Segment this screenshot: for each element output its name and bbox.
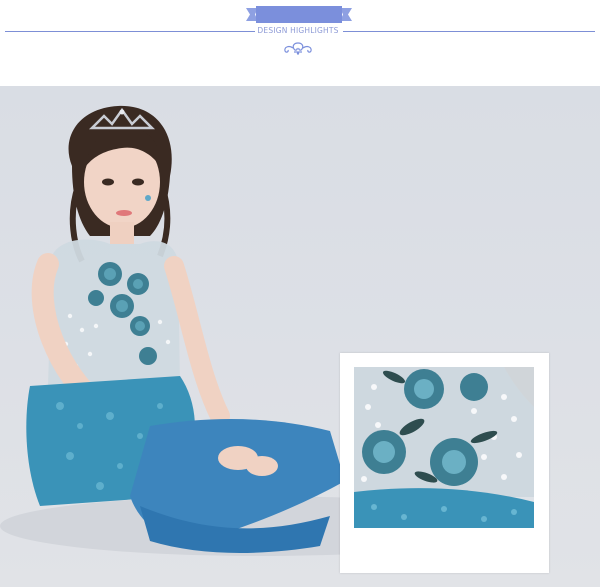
product-photo bbox=[0, 86, 600, 587]
embroidery-detail-photo bbox=[354, 367, 534, 528]
header-ribbon-banner bbox=[246, 6, 352, 24]
header-rule-left bbox=[5, 31, 255, 32]
section-subtitle: DESIGN HIGHLIGHTS bbox=[257, 26, 339, 35]
detail-inset-frame bbox=[340, 353, 549, 573]
section-header: DESIGN HIGHLIGHTS bbox=[0, 0, 600, 86]
flourish-ornament-icon bbox=[281, 40, 315, 56]
header-rule-right bbox=[343, 31, 595, 32]
